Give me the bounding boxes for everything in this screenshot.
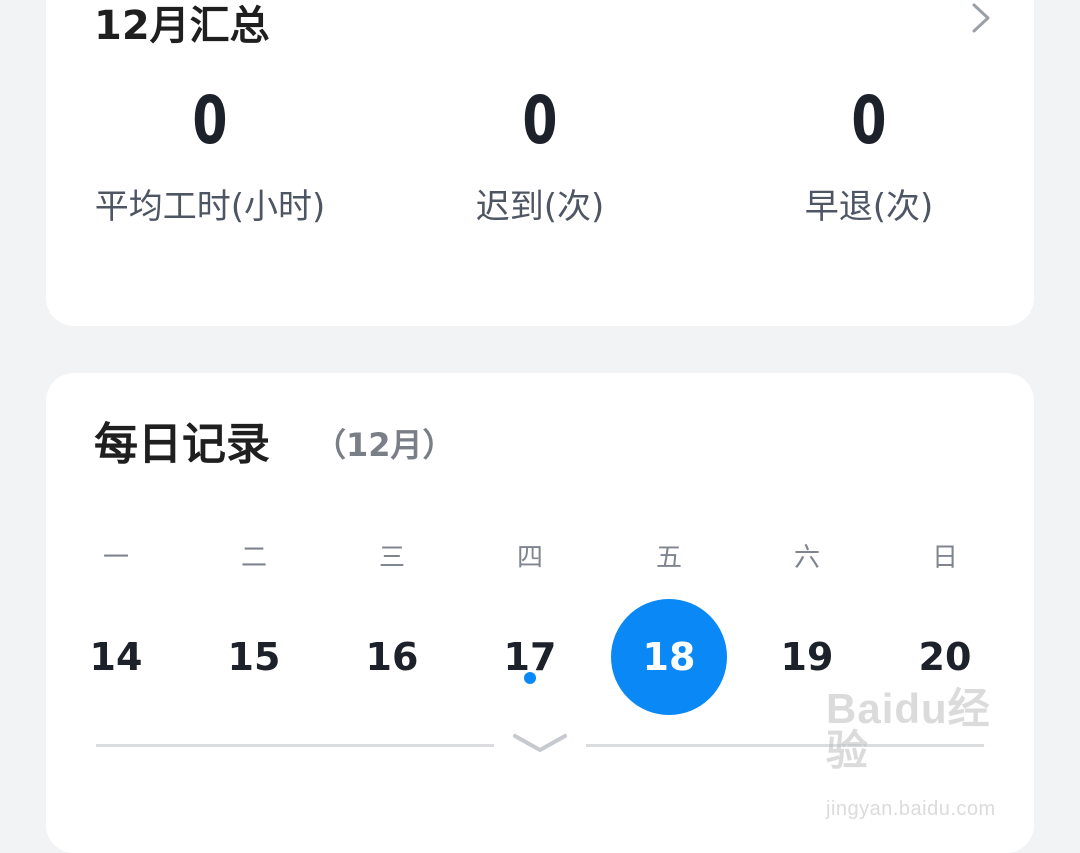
stat-value: 0 — [851, 82, 887, 159]
stat-value: 0 — [522, 82, 558, 159]
weekday-label: 一 — [102, 543, 129, 573]
calendar-day[interactable]: 14 — [58, 599, 174, 715]
daily-record-card: 每日记录 （12月） 一 二 三 四 五 六 日 14 15 16 17 18 … — [46, 373, 1034, 853]
weekday-label: 四 — [516, 543, 543, 573]
weekday-label: 五 — [655, 543, 682, 573]
calendar-day[interactable]: 16 — [334, 599, 450, 715]
divider-line — [96, 744, 494, 747]
stat-avg-hours: 0 平均工时(小时) — [60, 82, 360, 227]
calendar-day-selected[interactable]: 18 — [611, 599, 727, 715]
chevron-right-icon[interactable] — [964, 2, 996, 34]
daily-month-label: （12月） — [314, 426, 455, 464]
month-summary-card[interactable]: 12月汇总 0 平均工时(小时) 0 迟到(次) 0 早退(次) — [46, 0, 1034, 326]
calendar-day[interactable]: 20 — [887, 599, 1003, 715]
stat-label: 早退(次) — [804, 187, 934, 227]
stat-late: 0 迟到(次) — [390, 82, 690, 227]
weekday-label: 六 — [793, 543, 820, 573]
summary-title: 12月汇总 — [94, 3, 270, 49]
weekday-label: 日 — [931, 543, 958, 573]
daily-title: 每日记录 — [94, 419, 270, 470]
calendar-day[interactable]: 19 — [749, 599, 865, 715]
calendar-day[interactable]: 15 — [196, 599, 312, 715]
divider-line — [586, 744, 984, 747]
weekday-label: 二 — [240, 543, 267, 573]
stat-label: 平均工时(小时) — [94, 187, 326, 227]
record-indicator-dot — [524, 672, 536, 684]
chevron-down-icon[interactable] — [512, 731, 568, 755]
stat-value: 0 — [192, 82, 228, 159]
stat-label: 迟到(次) — [475, 187, 605, 227]
stat-early-leave: 0 早退(次) — [719, 82, 1019, 227]
calendar-day[interactable]: 17 — [472, 599, 588, 715]
weekday-label: 三 — [378, 543, 405, 573]
